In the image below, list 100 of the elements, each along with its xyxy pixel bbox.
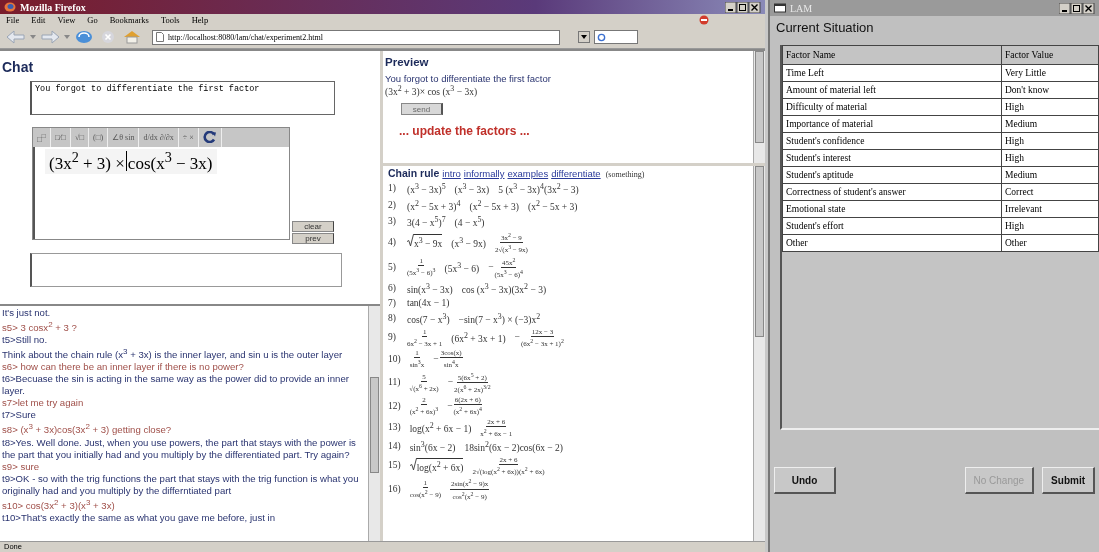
chat-message: It's just not. (2, 307, 52, 319)
chat-message: s10> cos(3x$^{2}$ + 3)(x$^{3}$ + 3x) (2, 496, 116, 512)
text-cursor (125, 151, 127, 172)
example-number: 15) (388, 460, 401, 472)
math-expression: cos(7 − x$^{3}$) (407, 311, 450, 327)
address-field[interactable]: http://localhost:8080/lam/chat/experiment2.html (152, 29, 560, 45)
chat-message: s9> sure (2, 460, 41, 473)
chat-message: t10>That's exactly the same as what you gave me before, just in (2, 511, 276, 524)
math-expression: (5x$^{3}$ − 6) (444, 259, 480, 275)
lesson-link[interactable]: examples (507, 168, 549, 179)
browser-logo-icon (4, 2, 16, 12)
math-expression: (4 − x$^{5}$) (454, 214, 485, 230)
chat-message: Think about the chain rule (x$^{3}$ + 3x) is the inner layer, and sin u is the outer layer (2, 346, 344, 362)
preview-message: You forgot to differentiate the first factor (385, 73, 552, 84)
chat-message: s8> (x$^{3}$ + 3x)cos(3x$^{2}$ + 3) getting close? (2, 421, 173, 437)
menu-item[interactable]: Edit (31, 15, 46, 25)
search-engine-icon (597, 32, 606, 42)
dropdown-caret-icon[interactable] (64, 35, 70, 39)
scrollbar[interactable] (368, 306, 380, 541)
update-factors-text: ... update the factors ... (399, 123, 531, 138)
math-expression: sin$^{3}$(6x − 2) (409, 439, 456, 455)
action-button[interactable]: Undo (774, 467, 836, 494)
home-icon[interactable] (122, 30, 142, 44)
example-number: 4) (388, 237, 397, 248)
lesson-title: Chain rule (388, 167, 440, 179)
dropdown-caret-icon[interactable] (30, 35, 36, 39)
math-expression: (x$^{3}$ − 9x) (451, 234, 486, 251)
formula-text: (3x$^{2}$ + 3) × (49, 149, 125, 174)
window-title: LAM (790, 2, 813, 14)
math-expression: (x$^{3}$ − 3x) (454, 181, 490, 197)
menu-item[interactable]: Bookmarks (109, 15, 149, 25)
radical-sign-icon (407, 234, 414, 248)
scrollbar-thumb[interactable] (370, 376, 379, 473)
preview-heading: Preview (385, 56, 430, 68)
preview-formula: (3x$^{2}$ + 3)× cos (x$^{3}$ − 3x) (385, 84, 479, 98)
math-expression: 5 (x$^{3}$ − 3x)$^{4}$(3x$^{2}$ − 3) (498, 181, 579, 197)
chat-message: t6>Becuase the sin is acting in the same way as the power did to provide an inner layer. (2, 373, 350, 398)
chat-message: s7>let me try again (2, 397, 85, 410)
math-expression: (x$^{3}$ − 3x)$^{5}$ (407, 181, 446, 197)
example-number: 14) (388, 441, 401, 453)
chat-message: t9>OK - so with the trig functions the part that stays with the trig function is what you originally had and you multiply by the differntiated part (2, 472, 360, 497)
column-header: Factor Value (1001, 45, 1099, 65)
math-expression: (6x$^{2}$ + 3x + 1) (451, 330, 506, 346)
scrollbar-thumb[interactable] (755, 166, 764, 337)
menu-item[interactable]: File (6, 15, 20, 25)
scrollbar[interactable] (753, 166, 765, 541)
example-number: 3) (388, 216, 397, 228)
lesson-link[interactable]: informally (463, 168, 505, 179)
panel-heading: Current Situation (775, 19, 875, 37)
throbber-icon (699, 15, 709, 25)
math-expression: (x$^{2}$ − 5x + 3) (528, 197, 578, 213)
formula-editor[interactable]: □$^{□}$ □⁄□ √□ (□) ∠θ sin d/dx ∂/∂x ÷ × (3x$^{2}$ + 3) × cos(x$^{3}$ − 3x) (32, 127, 290, 240)
reply-field[interactable] (30, 253, 342, 287)
action-button[interactable]: Submit (1042, 467, 1095, 494)
scrollbar[interactable] (753, 51, 765, 163)
example-number: 1) (388, 183, 397, 195)
search-field[interactable] (594, 30, 638, 44)
formula-text: cos(x$^{3}$ − 3x) (127, 149, 213, 174)
example-number: 8) (388, 313, 397, 325)
lesson-link[interactable]: differentiate (551, 168, 601, 179)
example-number: 7) (388, 298, 397, 309)
square-root-expression: x$^{3}$ − 9x (407, 234, 443, 251)
radical-sign-icon (409, 457, 417, 471)
math-expression: 18sin$^{2}$(6x − 2)cos(6x − 2) (464, 439, 563, 455)
menu-item[interactable]: Go (87, 15, 98, 25)
chat-message: t7>Sure (2, 409, 37, 422)
refresh-icon (202, 130, 217, 143)
chat-message: t5>Still no. (2, 334, 49, 347)
math-expression: sin(x$^{3}$ − 3x) (407, 280, 453, 296)
window-controls-icon[interactable] (725, 1, 761, 13)
window-icon (774, 3, 786, 13)
lesson-link[interactable]: intro (442, 168, 461, 179)
menu-item[interactable]: Tools (160, 15, 180, 25)
math-expression: (x$^{2}$ − 5x + 3)$^{4}$ (407, 197, 461, 213)
forward-arrow-icon[interactable] (40, 30, 60, 44)
math-expression: 3(4 − x$^{5}$)$^{7}$ (407, 214, 446, 230)
example-number: 12) (388, 400, 401, 412)
message-field[interactable]: You forgot to differentiate the first factor (30, 81, 335, 115)
editor-button[interactable]: prev (292, 233, 334, 244)
editor-button[interactable]: clear (292, 221, 334, 232)
page-icon (156, 32, 164, 42)
reload-icon[interactable] (74, 30, 94, 44)
example-number: 5) (388, 261, 397, 273)
example-number: 2) (388, 199, 397, 211)
example-number: 9) (388, 332, 397, 344)
column-header: Factor Name (782, 45, 1002, 65)
example-number: 11) (388, 377, 401, 389)
math-expression: −sin(7 − x$^{3}$) × (−3)x$^{2}$ (458, 311, 541, 327)
menu-item[interactable]: Help (191, 15, 209, 25)
dropdown-button-icon[interactable] (578, 31, 590, 43)
menu-item[interactable]: View (57, 15, 76, 25)
example-number: 10) (388, 354, 401, 366)
example-number: 6) (388, 282, 397, 294)
square-root-expression: log(x$^{2}$ + 6x) (409, 457, 464, 474)
math-expression: tan(4x − 1) (407, 298, 450, 309)
back-arrow-icon[interactable] (6, 30, 26, 44)
window-controls-icon[interactable] (1059, 2, 1095, 14)
scrollbar-thumb[interactable] (755, 51, 764, 143)
chat-message: t8>Yes. Well done. Just, when you use powers, the part that stays with the power is the part that you initially had and you multiply by the differentiated part. Try again? (2, 436, 357, 461)
math-expression: (x$^{2}$ − 5x + 3) (469, 197, 519, 213)
